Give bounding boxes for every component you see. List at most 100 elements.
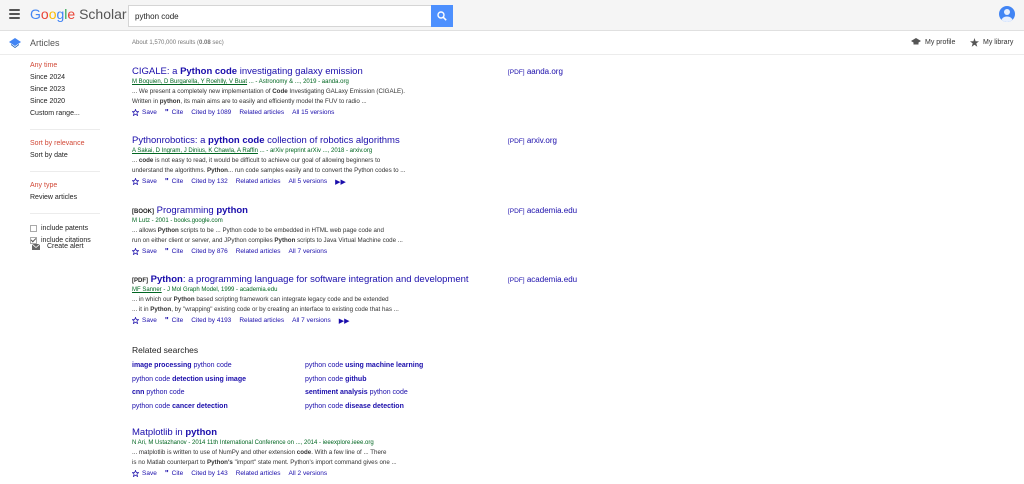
- related-search-item[interactable]: python code using machine learning: [305, 361, 455, 372]
- patents-checkbox[interactable]: [30, 224, 37, 232]
- account-avatar[interactable]: [999, 6, 1015, 22]
- results-time: 0.08: [199, 40, 211, 46]
- logo-scholar: Scholar: [79, 6, 127, 22]
- pdf-link[interactable]: [PDF] academia.edu: [508, 206, 577, 215]
- related-searches-title: Related searches: [132, 345, 199, 355]
- result-snippet: run on either client or server, and JPyt…: [132, 236, 502, 246]
- related-search-item[interactable]: image processing python code: [132, 361, 305, 372]
- all-versions-link[interactable]: All 2 versions: [289, 470, 328, 477]
- save-button[interactable]: Save: [132, 317, 157, 324]
- sub-header: Articles About 1,570,000 results (0.08 s…: [0, 32, 1024, 55]
- result-type-tag: [BOOK]: [132, 209, 154, 215]
- cited-by-link[interactable]: Cited by 1089: [191, 109, 231, 116]
- author-links[interactable]: MF Sanner: [132, 287, 162, 293]
- logo-google-letter: e: [67, 6, 76, 22]
- save-button[interactable]: Save: [132, 178, 157, 185]
- result-title[interactable]: Pythonrobotics: a python code collection…: [132, 135, 502, 147]
- pdf-link[interactable]: [PDF] aanda.org: [508, 67, 563, 76]
- result-snippet: ... it in Python, by "wrapping" existing…: [132, 305, 502, 315]
- include-patents-label: include patents: [41, 224, 89, 232]
- star-icon: [132, 109, 139, 116]
- cited-by-link[interactable]: Cited by 4193: [191, 317, 231, 324]
- save-button[interactable]: Save: [132, 248, 157, 255]
- all-versions-link[interactable]: All 7 versions: [292, 317, 331, 324]
- filters-sidebar: Any time Since 2024 Since 2023 Since 202…: [30, 60, 125, 246]
- filter-custom-range[interactable]: Custom range...: [30, 108, 125, 120]
- title-text: investigating galaxy emission: [237, 66, 363, 77]
- section-articles[interactable]: Articles: [30, 38, 60, 48]
- cite-button[interactable]: " Cite: [165, 247, 183, 256]
- result-title[interactable]: CIGALE: a Python code investigating gala…: [132, 66, 502, 78]
- my-profile-link[interactable]: My profile: [911, 38, 955, 46]
- pdf-tag: [PDF]: [508, 69, 525, 76]
- include-patents-toggle[interactable]: include patents: [30, 222, 125, 234]
- result-authors: A Sakai, D Ingram, J Dinius, K Chawla, A…: [132, 147, 502, 156]
- cited-by-link[interactable]: Cited by 143: [191, 470, 228, 477]
- create-alert-button[interactable]: Create alert: [32, 243, 84, 250]
- menu-icon[interactable]: [9, 9, 20, 19]
- filter-since-2020[interactable]: Since 2020: [30, 96, 125, 108]
- logo-google-letter: G: [30, 6, 41, 22]
- sort-by-date[interactable]: Sort by date: [30, 150, 125, 162]
- cite-button[interactable]: " Cite: [165, 108, 183, 117]
- my-library-link[interactable]: My library: [970, 38, 1013, 47]
- result-title[interactable]: [BOOK] Programming python: [132, 205, 502, 217]
- related-articles-link[interactable]: Related articles: [239, 317, 284, 324]
- star-icon: [132, 248, 139, 255]
- filter-since-2024[interactable]: Since 2024: [30, 72, 125, 84]
- snippet-highlight: Code: [272, 88, 288, 95]
- cite-label: Cite: [171, 178, 184, 185]
- snippet-text: ... matplotlib is written to use of NumP…: [132, 449, 297, 456]
- snippet-highlight: code: [138, 157, 154, 164]
- related-search-item[interactable]: sentiment analysis python code: [305, 388, 455, 399]
- filter-since-2023[interactable]: Since 2023: [30, 84, 125, 96]
- title-highlight: python code: [208, 135, 265, 146]
- title-text: : a programming language for software in…: [182, 274, 469, 285]
- related-articles-link[interactable]: Related articles: [239, 109, 284, 116]
- google-scholar-logo[interactable]: Google Scholar: [30, 6, 127, 22]
- cite-button[interactable]: " Cite: [165, 469, 183, 478]
- pdf-tag: [PDF]: [508, 208, 525, 215]
- related-articles-link[interactable]: Related articles: [236, 248, 281, 255]
- save-button[interactable]: Save: [132, 470, 157, 477]
- sort-by-relevance[interactable]: Sort by relevance: [30, 138, 125, 150]
- all-versions-link[interactable]: All 7 versions: [289, 248, 328, 255]
- results-count-text: About 1,570,000 results (: [132, 40, 200, 46]
- pdf-tag: [PDF]: [508, 138, 525, 145]
- all-versions-link[interactable]: All 15 versions: [292, 109, 334, 116]
- cited-by-link[interactable]: Cited by 876: [191, 248, 228, 255]
- more-icon[interactable]: ▶▶: [339, 317, 350, 325]
- result-title[interactable]: Matplotlib in python: [132, 427, 502, 439]
- related-search-item[interactable]: python code disease detection: [305, 402, 455, 413]
- related-articles-link[interactable]: Related articles: [236, 178, 281, 185]
- result-title[interactable]: [PDF] Python: a programming language for…: [132, 274, 502, 286]
- pdf-link[interactable]: [PDF] academia.edu: [508, 275, 577, 284]
- author-links[interactable]: M Boquien, D Burgarella, Y Roehlly, V Bu…: [132, 79, 247, 85]
- related-search-item[interactable]: python code detection using image: [132, 375, 305, 386]
- related-search-item[interactable]: python code github: [305, 375, 455, 386]
- snippet-highlight: Python's: [206, 458, 233, 466]
- cite-button[interactable]: " Cite: [165, 316, 183, 325]
- search-result: CIGALE: a Python code investigating gala…: [132, 66, 502, 118]
- more-icon[interactable]: ▶▶: [335, 178, 346, 186]
- filter-review-articles[interactable]: Review articles: [30, 192, 125, 204]
- related-search-item[interactable]: python code cancer detection: [132, 402, 305, 413]
- author-links[interactable]: A Sakai, D Ingram, J Dinius, K Chawla, A…: [132, 148, 258, 154]
- cited-by-link[interactable]: Cited by 132: [191, 178, 228, 185]
- search-button[interactable]: [431, 5, 453, 27]
- cite-button[interactable]: " Cite: [165, 177, 183, 186]
- my-profile-label: My profile: [925, 38, 956, 46]
- related-articles-link[interactable]: Related articles: [236, 470, 281, 477]
- title-text: CIGALE: a: [132, 66, 181, 77]
- related-search-item[interactable]: cnn python code: [132, 388, 305, 399]
- pdf-link[interactable]: [PDF] arxiv.org: [508, 136, 557, 145]
- save-button[interactable]: Save: [132, 109, 157, 116]
- filter-any-type[interactable]: Any type: [30, 180, 125, 192]
- snippet-text: scripts to be ... Python code to be embe…: [178, 227, 384, 234]
- related-bold: github: [345, 375, 367, 383]
- related-searches-grid: image processing python code python code…: [132, 361, 452, 412]
- search-input[interactable]: [128, 5, 431, 27]
- filter-any-time[interactable]: Any time: [30, 60, 125, 72]
- search-result: [PDF] Python: a programming language for…: [132, 274, 502, 326]
- all-versions-link[interactable]: All 5 versions: [289, 178, 328, 185]
